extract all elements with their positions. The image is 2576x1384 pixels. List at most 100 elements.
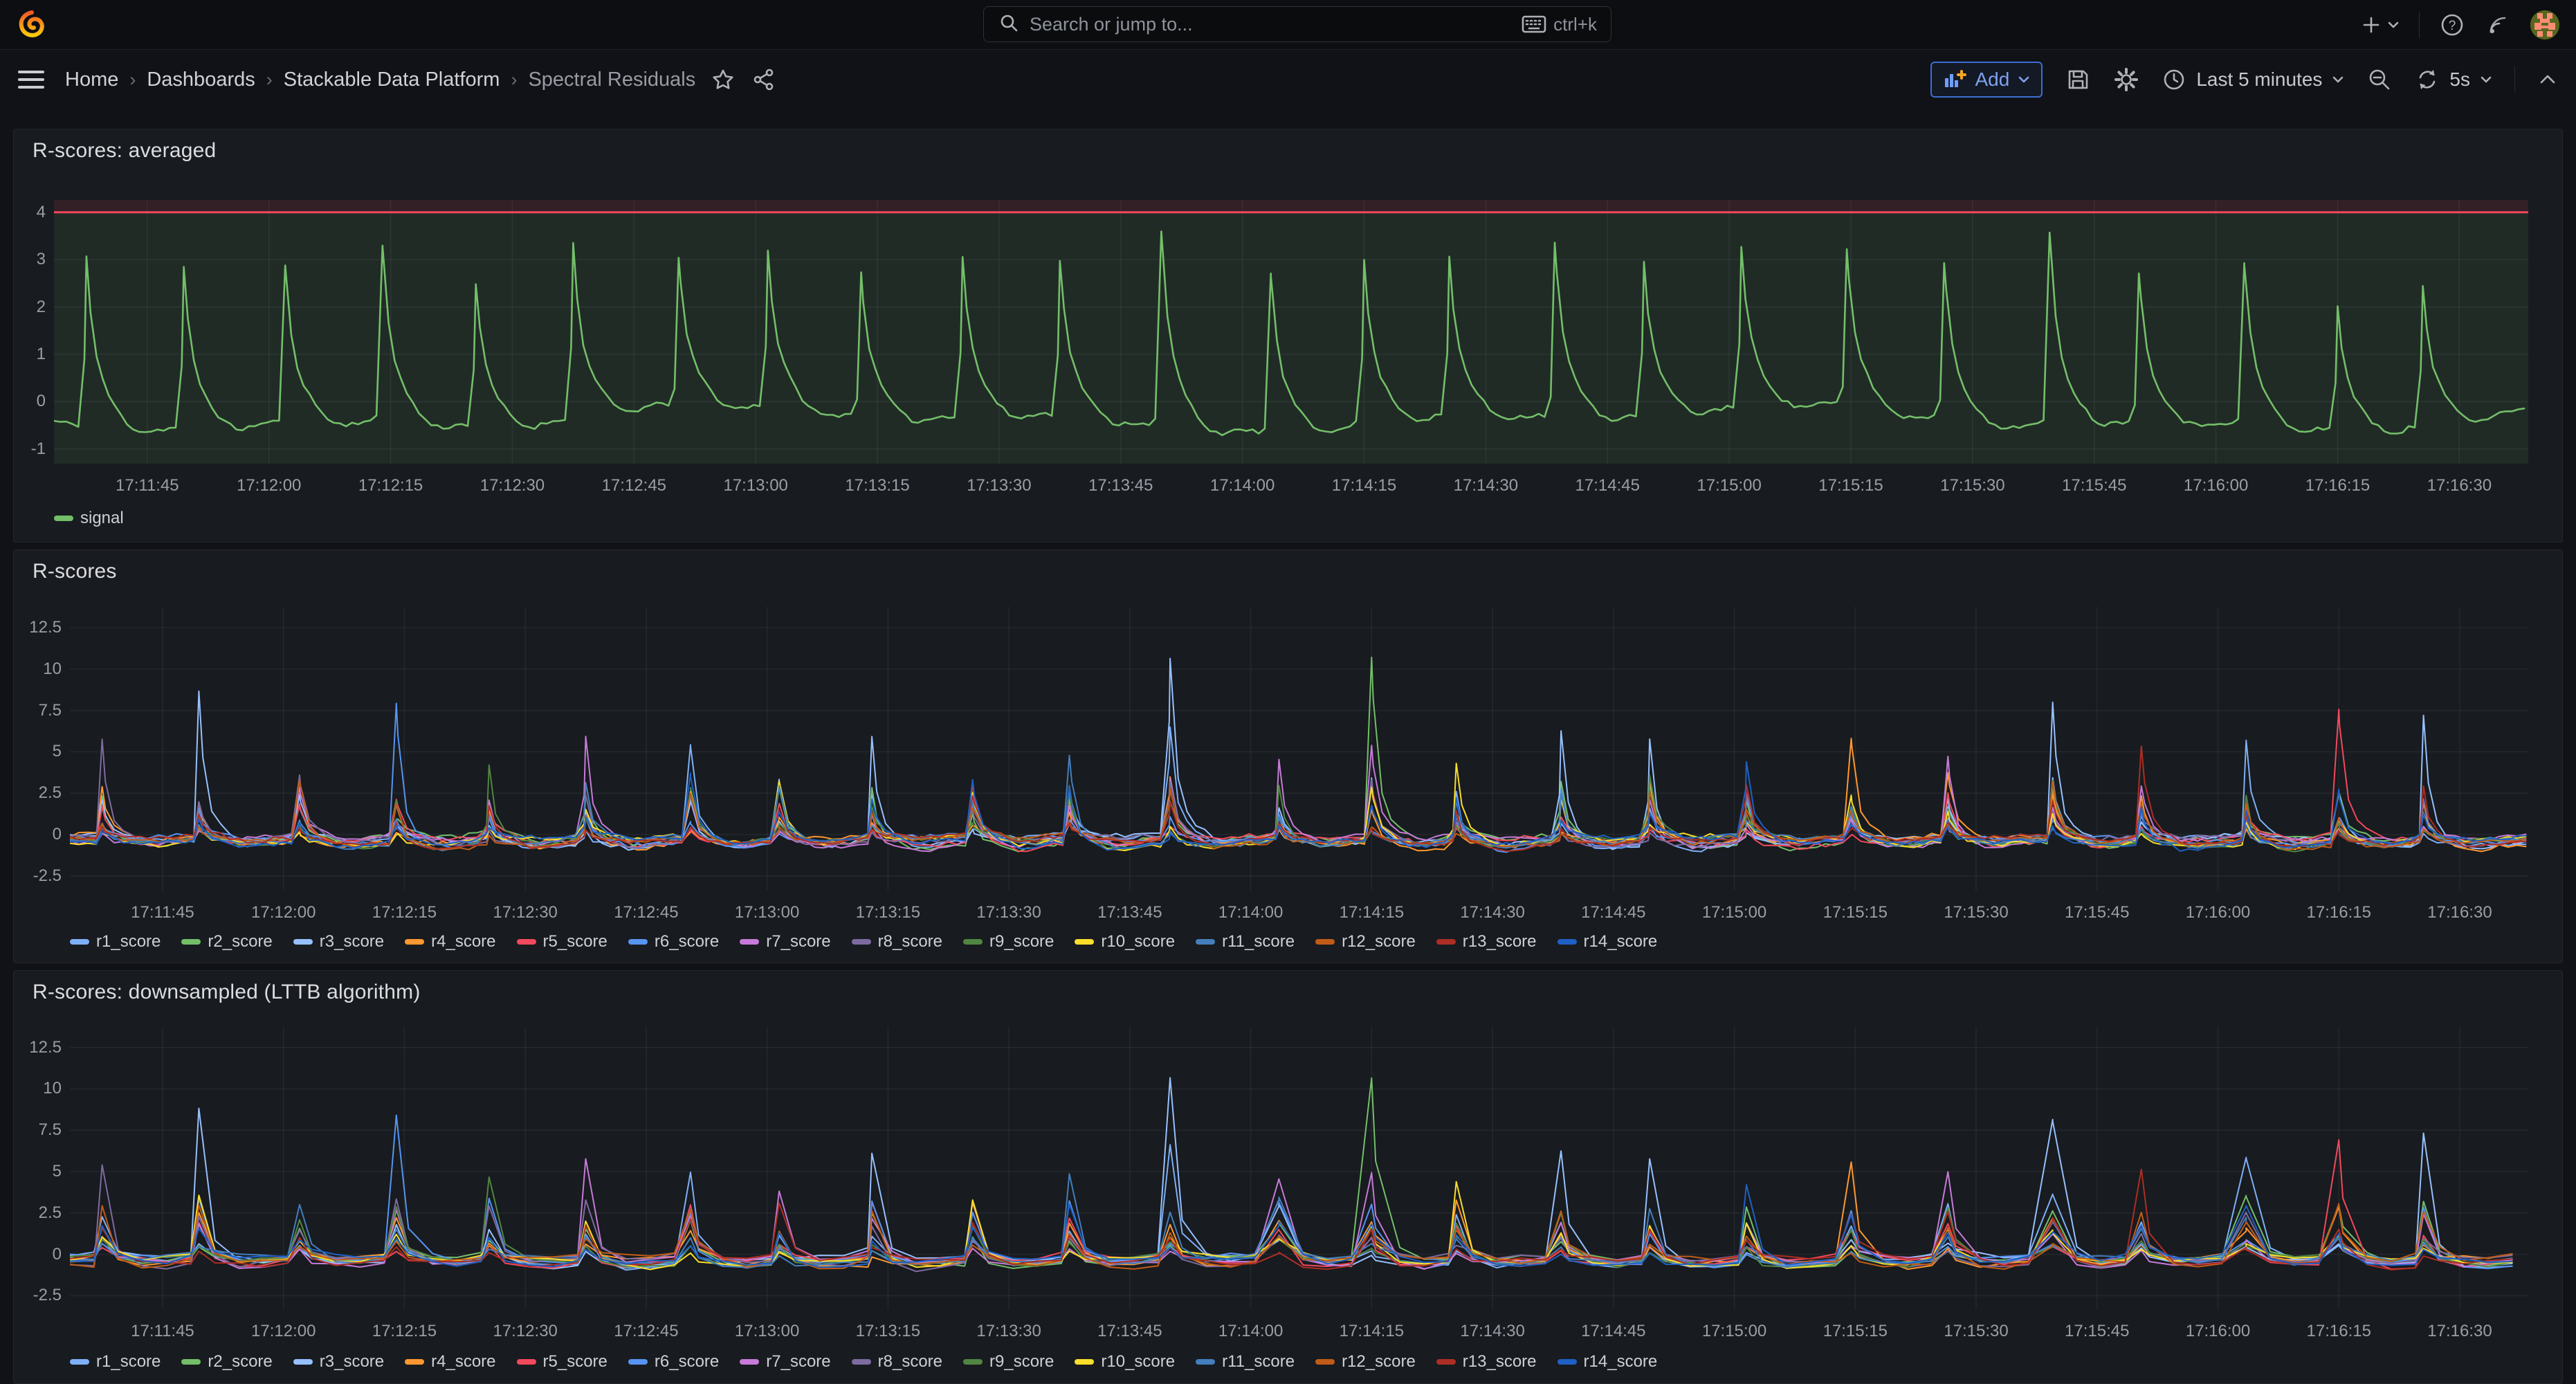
grafana-logo[interactable] bbox=[15, 8, 48, 42]
y-tick-label: 4 bbox=[37, 204, 46, 221]
legend-series-name: r1_score bbox=[96, 1352, 161, 1372]
breadcrumb-current: Spectral Residuals bbox=[528, 69, 695, 91]
breadcrumb-home[interactable]: Home bbox=[65, 69, 118, 91]
legend-item-r12_score[interactable]: r12_score bbox=[1315, 1352, 1416, 1372]
legend-item-r14_score[interactable]: r14_score bbox=[1558, 932, 1658, 951]
help-button[interactable]: ? bbox=[2439, 12, 2465, 38]
legend-item-r9_score[interactable]: r9_score bbox=[963, 1352, 1054, 1372]
menu-toggle-button[interactable] bbox=[18, 66, 44, 93]
legend-item-r2_score[interactable]: r2_score bbox=[181, 1352, 272, 1372]
panel-r-scores-downsampled: R-scores: downsampled (LTTB algorithm) -… bbox=[13, 970, 2563, 1384]
legend-item-r9_score[interactable]: r9_score bbox=[963, 932, 1054, 951]
legend-item-r11_score[interactable]: r11_score bbox=[1196, 1352, 1295, 1372]
legend-item-r10_score[interactable]: r10_score bbox=[1075, 932, 1175, 951]
x-tick-label: 17:12:00 bbox=[237, 477, 301, 494]
breadcrumb-dashboards[interactable]: Dashboards bbox=[147, 69, 255, 91]
legend-item-r4_score[interactable]: r4_score bbox=[405, 1352, 495, 1372]
legend-color-chip bbox=[1075, 1359, 1094, 1365]
save-dashboard-button[interactable] bbox=[2065, 66, 2091, 93]
legend-series-name: r11_score bbox=[1222, 1352, 1295, 1372]
legend-series-name: r9_score bbox=[989, 1352, 1054, 1372]
legend-item-r3_score[interactable]: r3_score bbox=[293, 1352, 384, 1372]
search-icon bbox=[998, 12, 1020, 37]
zoom-out-time-button[interactable] bbox=[2366, 66, 2393, 93]
y-tick-label: 5 bbox=[53, 743, 62, 760]
breadcrumb: Home › Dashboards › Stackable Data Platf… bbox=[65, 69, 695, 91]
time-range-picker[interactable]: Last 5 minutes bbox=[2162, 67, 2344, 92]
breadcrumb-folder[interactable]: Stackable Data Platform bbox=[284, 69, 500, 91]
user-avatar[interactable] bbox=[2530, 10, 2559, 39]
panel-title[interactable]: R-scores bbox=[33, 560, 117, 583]
news-button[interactable] bbox=[2485, 12, 2511, 38]
legend-color-chip bbox=[293, 939, 313, 945]
legend-item-r7_score[interactable]: r7_score bbox=[740, 932, 830, 951]
search-shortcut: ctrl+k bbox=[1522, 14, 1597, 35]
legend-item-r3_score[interactable]: r3_score bbox=[293, 932, 384, 951]
legend-item-r10_score[interactable]: r10_score bbox=[1075, 1352, 1175, 1372]
legend-item-r8_score[interactable]: r8_score bbox=[852, 1352, 942, 1372]
legend-item-r7_score[interactable]: r7_score bbox=[740, 1352, 830, 1372]
x-tick-label: 17:13:00 bbox=[735, 1323, 799, 1340]
legend-item-r6_score[interactable]: r6_score bbox=[628, 932, 719, 951]
panel-title[interactable]: R-scores: averaged bbox=[33, 139, 216, 163]
x-axis: 17:11:4517:12:0017:12:1517:12:3017:12:45… bbox=[70, 1323, 2528, 1345]
legend-item-r5_score[interactable]: r5_score bbox=[517, 932, 608, 951]
legend-item-r6_score[interactable]: r6_score bbox=[628, 1352, 719, 1372]
refresh-picker[interactable]: 5s bbox=[2415, 67, 2492, 92]
x-axis: 17:11:4517:12:0017:12:1517:12:3017:12:45… bbox=[70, 904, 2528, 927]
legend-item-signal[interactable]: signal bbox=[54, 509, 124, 528]
x-tick-label: 17:16:15 bbox=[2305, 477, 2370, 494]
chart-plot-area[interactable] bbox=[54, 200, 2528, 464]
x-tick-label: 17:14:15 bbox=[1332, 477, 1396, 494]
x-tick-label: 17:12:45 bbox=[614, 904, 678, 921]
legend-item-r2_score[interactable]: r2_score bbox=[181, 932, 272, 951]
legend-series-name: r2_score bbox=[208, 932, 272, 951]
collapse-toolbar-button[interactable] bbox=[2537, 72, 2558, 87]
y-tick-label: -2.5 bbox=[33, 868, 62, 884]
legend-item-r1_score[interactable]: r1_score bbox=[70, 1352, 161, 1372]
search-input[interactable]: Search or jump to... ctrl+k bbox=[983, 6, 1611, 42]
y-tick-label: 0 bbox=[37, 393, 46, 410]
y-tick-label: 3 bbox=[37, 251, 46, 268]
x-tick-label: 17:11:45 bbox=[116, 477, 179, 494]
y-tick-label: 2 bbox=[37, 299, 46, 316]
legend-item-r5_score[interactable]: r5_score bbox=[517, 1352, 608, 1372]
legend-item-r11_score[interactable]: r11_score bbox=[1196, 932, 1295, 951]
legend-color-chip bbox=[963, 1359, 983, 1365]
x-tick-label: 17:12:30 bbox=[493, 1323, 557, 1340]
legend-series-name: r11_score bbox=[1222, 932, 1295, 951]
x-tick-label: 17:14:15 bbox=[1340, 1323, 1404, 1340]
new-button[interactable] bbox=[2359, 13, 2400, 37]
x-tick-label: 17:15:30 bbox=[1944, 1323, 2008, 1340]
y-tick-label: -1 bbox=[31, 441, 46, 457]
chart-plot-area[interactable] bbox=[70, 607, 2528, 891]
legend-series-name: signal bbox=[80, 509, 124, 528]
x-tick-label: 17:16:30 bbox=[2427, 1323, 2492, 1340]
share-button[interactable] bbox=[752, 68, 776, 91]
breadcrumb-separator: › bbox=[129, 69, 136, 91]
legend-color-chip bbox=[70, 1359, 89, 1365]
add-panel-button[interactable]: Add bbox=[1930, 62, 2043, 98]
legend-item-r13_score[interactable]: r13_score bbox=[1436, 932, 1537, 951]
chart-plot-area[interactable] bbox=[70, 1027, 2528, 1309]
chart-legend: r1_score r2_score r3_score r4_score r5_score… bbox=[70, 1352, 1657, 1372]
legend-item-r8_score[interactable]: r8_score bbox=[852, 932, 942, 951]
y-tick-label: 10 bbox=[43, 661, 62, 677]
legend-series-name: r4_score bbox=[431, 1352, 495, 1372]
legend-series-name: r12_score bbox=[1342, 1352, 1416, 1372]
legend-item-r12_score[interactable]: r12_score bbox=[1315, 932, 1416, 951]
legend-series-name: r8_score bbox=[878, 932, 942, 951]
breadcrumb-separator: › bbox=[511, 69, 517, 91]
legend-item-r4_score[interactable]: r4_score bbox=[405, 932, 495, 951]
legend-color-chip bbox=[740, 939, 759, 945]
panel-title[interactable]: R-scores: downsampled (LTTB algorithm) bbox=[33, 981, 421, 1004]
dashboard-settings-button[interactable] bbox=[2113, 66, 2139, 93]
x-tick-label: 17:12:00 bbox=[251, 1323, 316, 1340]
legend-item-r1_score[interactable]: r1_score bbox=[70, 932, 161, 951]
y-tick-label: -2.5 bbox=[33, 1287, 62, 1304]
x-tick-label: 17:16:15 bbox=[2307, 1323, 2371, 1340]
x-tick-label: 17:13:00 bbox=[735, 904, 799, 921]
favorite-star-button[interactable] bbox=[711, 67, 736, 92]
legend-item-r13_score[interactable]: r13_score bbox=[1436, 1352, 1537, 1372]
legend-item-r14_score[interactable]: r14_score bbox=[1558, 1352, 1658, 1372]
